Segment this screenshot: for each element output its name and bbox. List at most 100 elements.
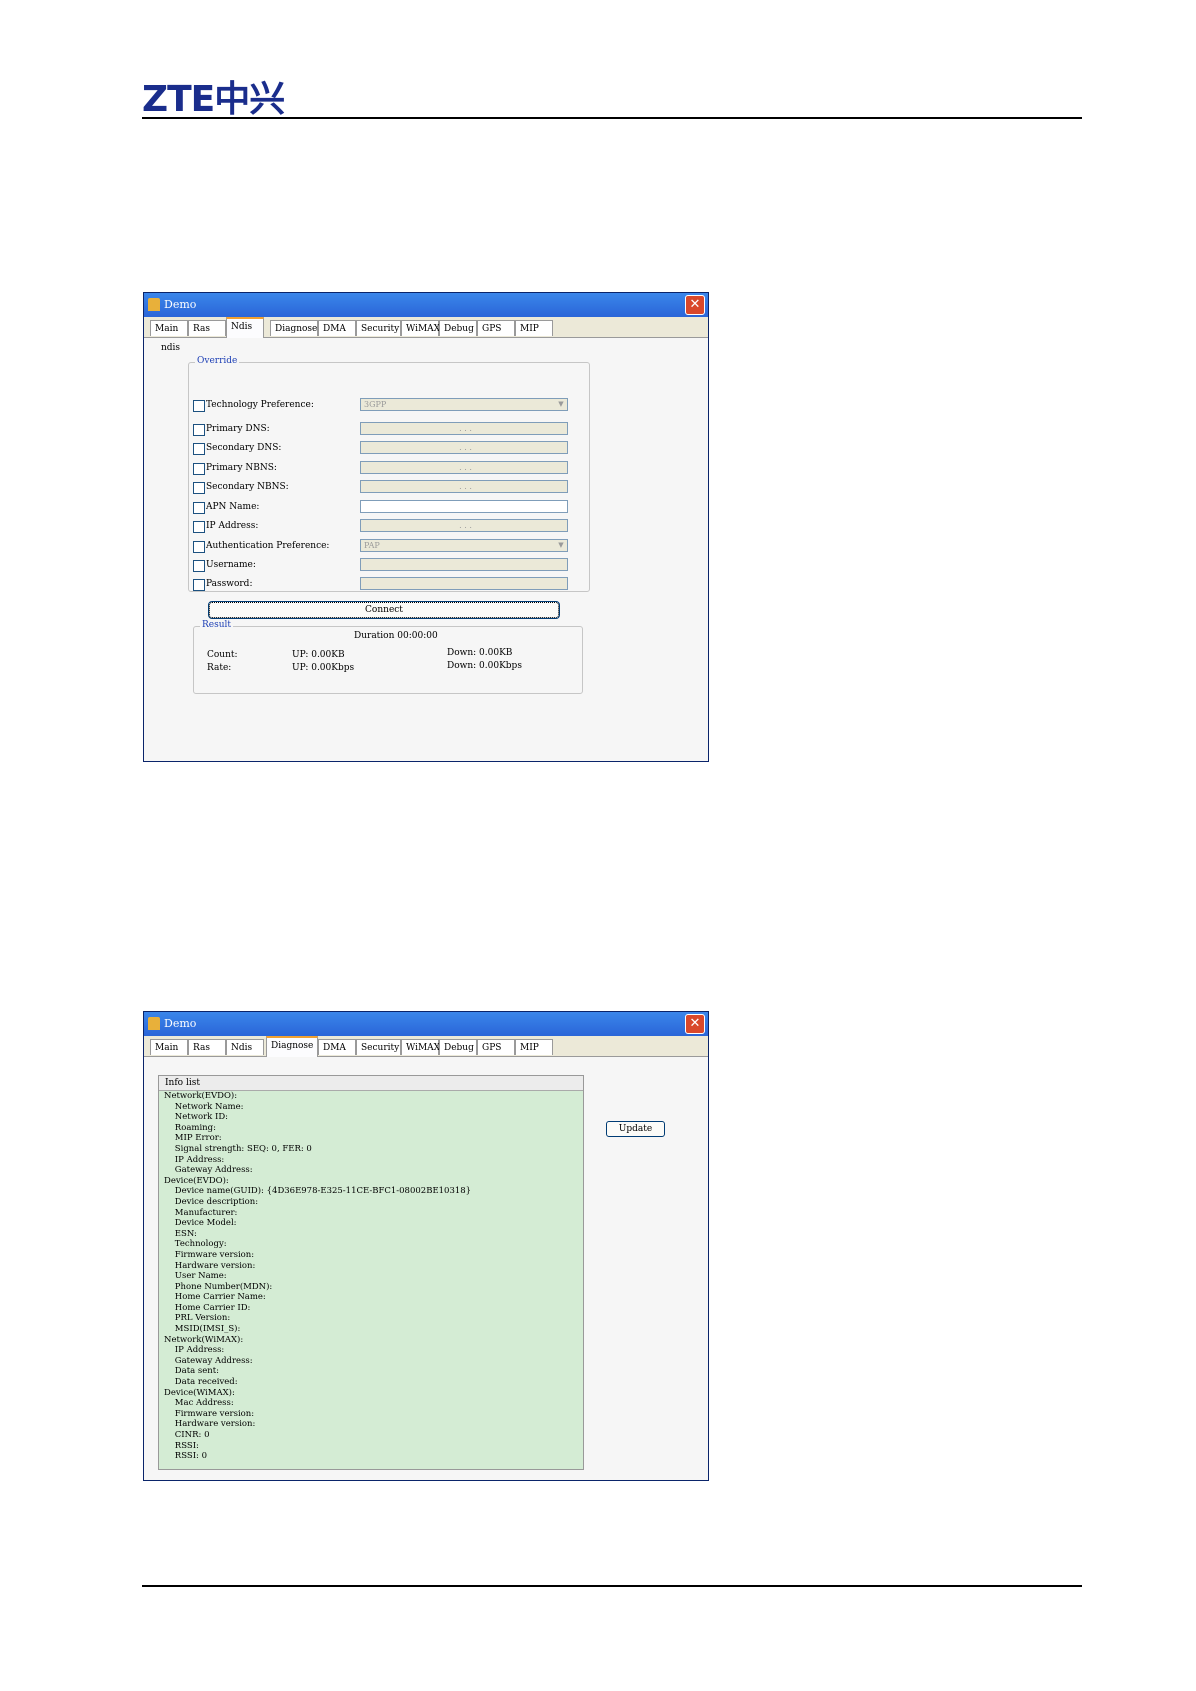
secondary-dns-label: Secondary DNS:	[206, 443, 282, 453]
info-lines: Network(EVDO): Network Name: Network ID:…	[159, 1091, 583, 1462]
secondary-nbns-checkbox[interactable]	[193, 482, 205, 494]
tab-dma[interactable]: DMA	[318, 320, 356, 336]
password-input[interactable]	[360, 577, 568, 590]
info-line: Home Carrier Name:	[164, 1292, 266, 1303]
primary-dns-checkbox[interactable]	[193, 424, 205, 436]
info-line: Technology:	[164, 1239, 227, 1250]
primary-dns-input[interactable]: . . .	[360, 422, 568, 435]
username-checkbox[interactable]	[193, 560, 205, 572]
authentication-preference-checkbox[interactable]	[193, 541, 205, 553]
info-line: MIP Error:	[164, 1133, 222, 1144]
primary-nbns-checkbox[interactable]	[193, 463, 205, 475]
tab-diagnose[interactable]: Diagnose	[270, 320, 318, 336]
window-titlebar[interactable]: Demo ✕	[144, 293, 708, 317]
apn-name-input[interactable]	[360, 500, 568, 513]
tab-gps[interactable]: GPS	[477, 320, 515, 336]
ndis-panel: ndis Override Technology Preference: 3GP…	[144, 338, 708, 761]
info-line: Data received:	[164, 1377, 238, 1388]
window-title: Demo	[164, 298, 197, 311]
tab-dma[interactable]: DMA	[318, 1039, 356, 1055]
count-label: Count:	[207, 650, 238, 660]
info-line: Firmware version:	[164, 1408, 255, 1419]
apn-name-checkbox[interactable]	[193, 502, 205, 514]
info-line: Data sent:	[164, 1366, 220, 1377]
primary-nbns-input[interactable]: . . .	[360, 461, 568, 474]
username-input[interactable]	[360, 558, 568, 571]
close-button[interactable]: ✕	[685, 1014, 705, 1034]
rate-label: Rate:	[207, 663, 232, 673]
primary-dns-label: Primary DNS:	[206, 424, 270, 434]
ip-address-label: IP Address:	[206, 521, 259, 531]
info-line: Roaming:	[164, 1122, 216, 1133]
secondary-nbns-label: Secondary NBNS:	[206, 482, 289, 492]
username-label: Username:	[206, 560, 256, 570]
tab-mip[interactable]: MIP	[515, 1039, 553, 1055]
info-line: Device description:	[164, 1196, 259, 1207]
info-line: Network(EVDO):	[164, 1091, 238, 1101]
rate-up-value: UP: 0.00Kbps	[292, 663, 355, 673]
info-line: Network ID:	[164, 1112, 229, 1123]
authentication-preference-value: PAP	[364, 541, 380, 550]
tab-mip[interactable]: MIP	[515, 320, 553, 336]
tab-main[interactable]: Main	[150, 320, 188, 336]
tab-security[interactable]: Security	[356, 320, 401, 336]
count-up-value: UP: 0.00KB	[292, 650, 345, 660]
app-icon	[148, 298, 160, 311]
info-line: MSID(IMSI_S):	[164, 1324, 241, 1335]
demo-window-diagnose: Demo ✕ Main Ras Ndis Diagnose DMA Securi…	[143, 1011, 709, 1481]
info-line: Device(EVDO):	[164, 1175, 229, 1186]
primary-nbns-label: Primary NBNS:	[206, 463, 277, 473]
footer-rule	[142, 1585, 1082, 1587]
info-line: PRL Version:	[164, 1313, 231, 1324]
update-button[interactable]: Update	[606, 1121, 665, 1137]
tab-diagnose[interactable]: Diagnose	[266, 1036, 318, 1057]
tab-debug[interactable]: Debug	[439, 320, 477, 336]
result-title: Result	[200, 620, 234, 630]
info-line: IP Address:	[164, 1154, 225, 1165]
connect-button[interactable]: Connect	[208, 601, 560, 619]
tab-wimax[interactable]: WiMAX	[401, 1039, 440, 1055]
technology-preference-value: 3GPP	[364, 400, 387, 409]
close-button[interactable]: ✕	[685, 295, 705, 315]
password-label: Password:	[206, 579, 253, 589]
tab-ras[interactable]: Ras	[188, 320, 226, 336]
info-list-header: Info list	[159, 1076, 583, 1091]
tab-main[interactable]: Main	[150, 1039, 188, 1055]
tab-ndis[interactable]: Ndis	[226, 317, 264, 338]
tab-security[interactable]: Security	[356, 1039, 401, 1055]
tab-ndis[interactable]: Ndis	[226, 1039, 264, 1055]
info-line: User Name:	[164, 1271, 227, 1282]
info-line: Phone Number(MDN):	[164, 1281, 273, 1292]
diagnose-panel: Info list Network(EVDO): Network Name: N…	[144, 1057, 708, 1480]
section-label: ndis	[161, 343, 181, 353]
info-line: RSSI:	[164, 1440, 199, 1451]
tab-ras[interactable]: Ras	[188, 1039, 226, 1055]
password-checkbox[interactable]	[193, 579, 205, 591]
count-down-value: Down: 0.00KB	[447, 648, 513, 658]
authentication-preference-select[interactable]: PAP ▼	[360, 539, 568, 552]
tab-debug[interactable]: Debug	[439, 1039, 477, 1055]
ip-address-checkbox[interactable]	[193, 521, 205, 533]
override-title: Override	[195, 356, 240, 366]
window-titlebar[interactable]: Demo ✕	[144, 1012, 708, 1036]
info-line: Device Model:	[164, 1218, 237, 1229]
info-line: CINR: 0	[164, 1430, 210, 1440]
chevron-down-icon: ▼	[558, 400, 564, 408]
info-list[interactable]: Info list Network(EVDO): Network Name: N…	[158, 1075, 584, 1470]
secondary-nbns-input[interactable]: . . .	[360, 480, 568, 493]
zte-logo: ZTE中兴	[142, 79, 285, 120]
tab-wimax[interactable]: WiMAX	[401, 320, 440, 336]
info-line: Manufacturer:	[164, 1207, 238, 1218]
technology-preference-checkbox[interactable]	[193, 400, 205, 412]
info-line: ESN:	[164, 1228, 197, 1239]
tab-strip: Main Ras Ndis Diagnose DMA Security WiMA…	[144, 317, 708, 338]
secondary-dns-input[interactable]: . . .	[360, 441, 568, 454]
app-icon	[148, 1017, 160, 1030]
secondary-dns-checkbox[interactable]	[193, 443, 205, 455]
rate-down-value: Down: 0.00Kbps	[447, 661, 522, 671]
ip-address-input[interactable]: . . .	[360, 519, 568, 532]
info-line: Signal strength: SEQ: 0, FER: 0	[164, 1143, 312, 1154]
info-line: Gateway Address:	[164, 1355, 253, 1366]
technology-preference-select[interactable]: 3GPP ▼	[360, 398, 568, 411]
tab-gps[interactable]: GPS	[477, 1039, 515, 1055]
